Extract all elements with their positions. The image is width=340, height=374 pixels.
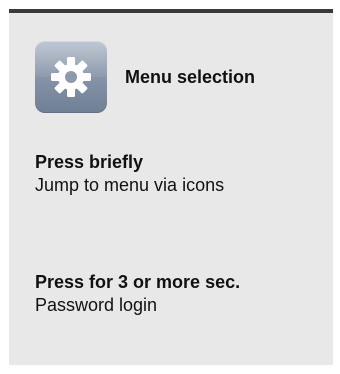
press-long-description: Password login (35, 295, 158, 315)
help-panel: Menu selection Press briefly Jump to men… (9, 9, 333, 365)
press-long-section: Press for 3 or more sec. Password login (35, 271, 240, 317)
menu-selection-title: Menu selection (125, 66, 256, 87)
gear-icon (51, 57, 91, 97)
settings-app-icon (35, 41, 107, 113)
press-briefly-section: Press briefly Jump to menu via icons (35, 151, 224, 197)
menu-selection-row: Menu selection (35, 41, 255, 113)
press-long-title: Press for 3 or more sec. (35, 272, 241, 292)
press-briefly-description: Jump to menu via icons (35, 175, 225, 195)
press-briefly-title: Press briefly (35, 152, 144, 172)
